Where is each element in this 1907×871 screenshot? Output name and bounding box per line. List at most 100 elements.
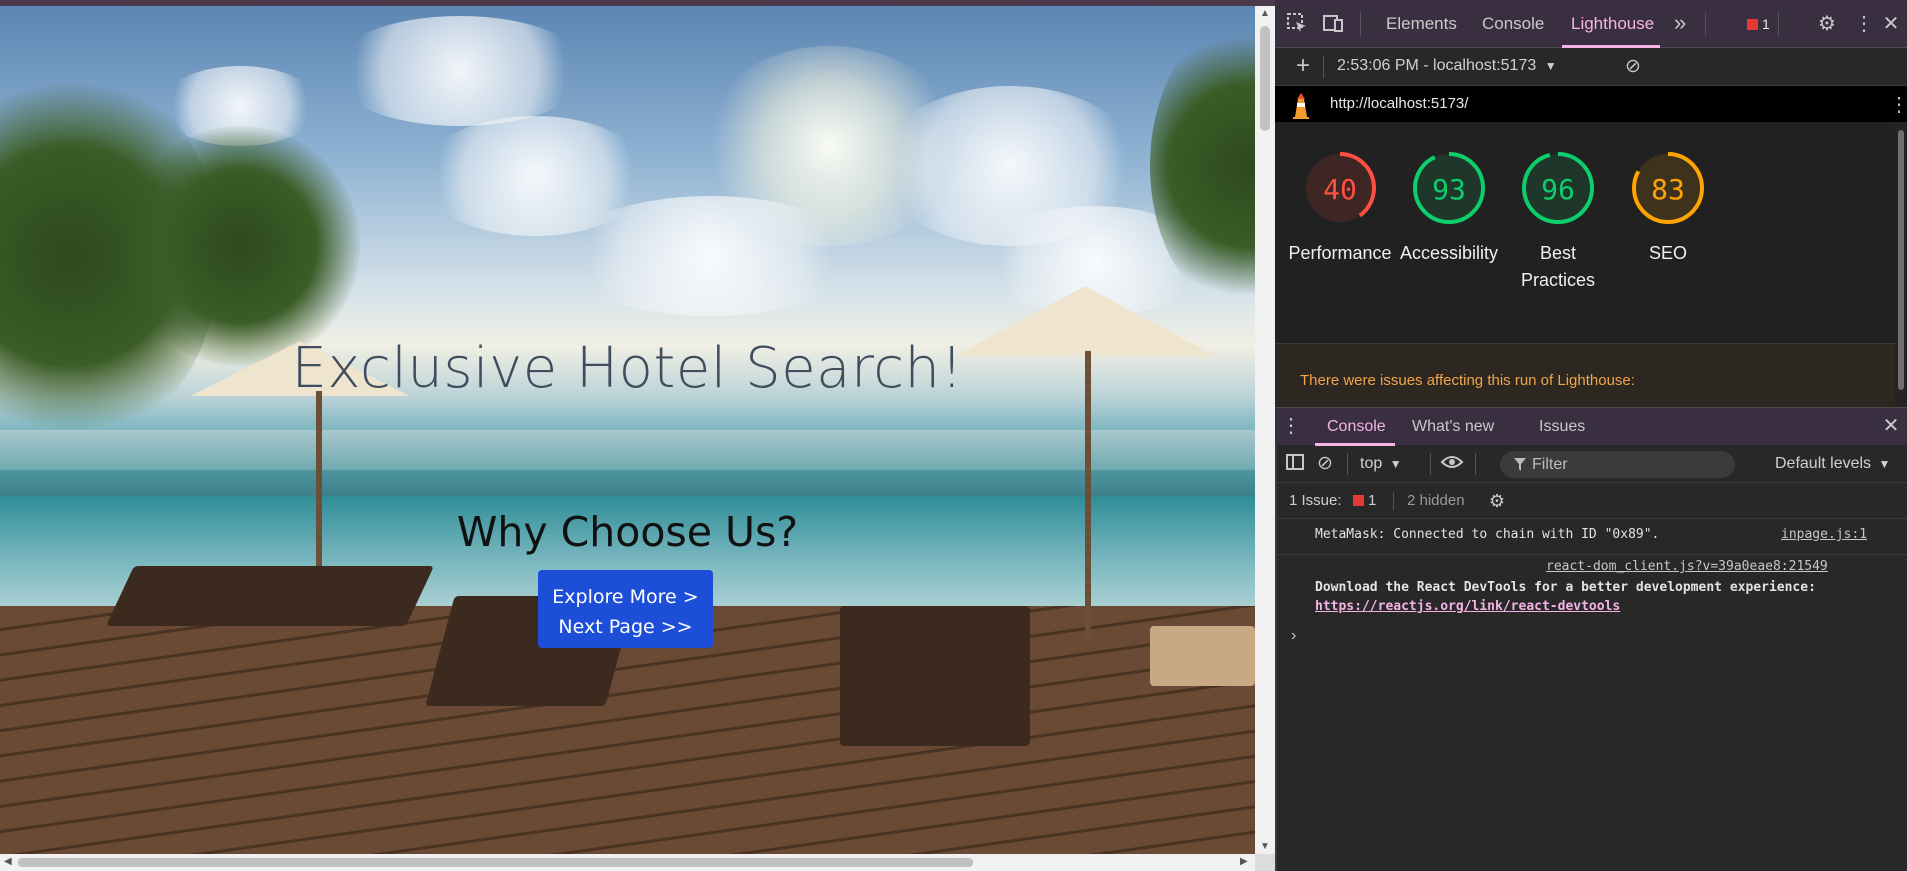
toolbar-divider [1778, 12, 1779, 36]
chevron-down-icon: ▼ [1878, 457, 1891, 471]
sidebar-toggle-icon[interactable] [1283, 452, 1307, 476]
devtools-panel: Elements Console Lighthouse » 1 ⚙ ⋮ ✕ + … [1275, 0, 1907, 871]
scroll-down-arrow-icon[interactable]: ▼ [1255, 841, 1275, 852]
screen: Exclusive Hotel Search! Why Choose Us? E… [0, 0, 1907, 871]
filter-funnel-icon [1514, 458, 1526, 471]
sea [0, 430, 1255, 470]
issues-badge-count: 1 [1762, 16, 1770, 32]
drawer-tab-console[interactable]: Console [1327, 418, 1386, 436]
console-message-text: MetaMask: Connected to chain with ID "0x… [1315, 527, 1660, 542]
lounge-chair [840, 606, 1030, 746]
palm-tree [120, 126, 360, 366]
filter-placeholder: Filter [1532, 456, 1568, 473]
drawer-tab-whats-new[interactable]: What's new [1412, 418, 1494, 436]
lounge-chair [106, 566, 434, 626]
issue-flag-icon [1353, 495, 1364, 506]
devtools-hint-text: Download the React DevTools for a better… [1315, 580, 1816, 595]
tab-elements[interactable]: Elements [1386, 14, 1457, 34]
device-toolbar-icon[interactable] [1321, 12, 1345, 36]
explore-more-button[interactable]: Explore More > Next Page >> [538, 570, 713, 648]
hero-background-image [0, 6, 1255, 854]
issues-badge[interactable]: 1 [1747, 16, 1770, 32]
score-label: SEO [1648, 243, 1687, 263]
why-choose-us-heading: Why Choose Us? [456, 508, 799, 556]
console-message: react-dom_client.js?v=39a0eae8:21549 Dow… [1275, 556, 1907, 616]
issue-flag-icon [1747, 19, 1758, 30]
console-message-text: Download the React DevTools for a better… [1315, 578, 1875, 616]
lighthouse-toolbar: + 2:53:06 PM - localhost:5173 ▼ ⊘ [1275, 48, 1907, 86]
close-devtools-icon[interactable]: ✕ [1879, 12, 1903, 36]
console-message-source[interactable]: react-dom_client.js?v=39a0eae8:21549 [1546, 559, 1828, 574]
toolbar-divider [1705, 12, 1706, 36]
scroll-left-arrow-icon[interactable]: ◀ [4, 856, 12, 867]
context-selector[interactable]: top ▼ [1360, 455, 1402, 473]
toolbar-divider [1430, 453, 1431, 475]
umbrella-pole [316, 391, 322, 591]
react-devtools-link[interactable]: https://reactjs.org/link/react-devtools [1315, 599, 1620, 614]
chevron-down-icon: ▼ [1544, 59, 1557, 73]
page-viewport: Exclusive Hotel Search! Why Choose Us? E… [0, 0, 1275, 871]
vertical-scrollbar[interactable]: ▲ ▼ [1255, 6, 1275, 854]
score-label: Best Practices [1520, 243, 1596, 290]
gauge-seo[interactable]: 83 SEO [1603, 150, 1733, 267]
chevron-down-icon: ▼ [1389, 457, 1402, 471]
more-tabs-icon[interactable]: » [1674, 10, 1686, 36]
lounge-chair [1150, 626, 1255, 686]
report-scrollbar[interactable] [1895, 122, 1907, 407]
drawer-tab-issues[interactable]: Issues [1539, 418, 1585, 436]
tab-lighthouse[interactable]: Lighthouse [1571, 14, 1654, 34]
devtools-tabbar: Elements Console Lighthouse » 1 ⚙ ⋮ ✕ [1275, 0, 1907, 48]
more-options-icon[interactable]: ⋮ [1852, 12, 1876, 36]
lighthouse-logo-icon [1293, 93, 1309, 119]
issues-count-text: 1 [1368, 492, 1377, 509]
vertical-scroll-thumb[interactable] [1260, 26, 1270, 131]
clear-console-icon[interactable]: ⊘ [1313, 452, 1337, 476]
inspect-element-icon[interactable] [1285, 12, 1309, 36]
report-url-bar: http://localhost:5173/ ⋮ [1275, 86, 1907, 122]
cta-label-line2: Next Page >> [558, 616, 693, 638]
cloud [330, 16, 590, 126]
report-selector[interactable]: 2:53:06 PM - localhost:5173 ▼ [1337, 57, 1557, 75]
console-settings-gear-icon[interactable]: ⚙ [1485, 489, 1509, 513]
log-levels-dropdown[interactable]: Default levels ▼ [1775, 455, 1890, 473]
live-expression-eye-icon[interactable] [1440, 452, 1464, 476]
new-report-plus-icon[interactable]: + [1291, 54, 1315, 78]
lighthouse-warning-panel: There were issues affecting this run of … [1275, 343, 1895, 407]
context-selector-text: top [1360, 455, 1383, 472]
scroll-right-arrow-icon[interactable]: ▶ [1240, 856, 1248, 867]
horizontal-scrollbar[interactable]: ◀ ▶ [0, 854, 1255, 871]
close-drawer-icon[interactable]: ✕ [1879, 414, 1903, 438]
lighthouse-report: 40 Performance 93 Accessibility 96 Best … [1275, 122, 1895, 407]
toolbar-divider [1347, 453, 1348, 475]
hidden-messages-label: 2 hidden [1407, 492, 1465, 509]
console-message: MetaMask: Connected to chain with ID "0x… [1275, 527, 1907, 555]
hero-title: Exclusive Hotel Search! [291, 336, 964, 401]
toolbar-divider [1323, 56, 1324, 78]
console-message-source[interactable]: inpage.js:1 [1781, 527, 1867, 542]
report-scroll-thumb[interactable] [1898, 130, 1904, 390]
horizontal-scroll-thumb[interactable] [18, 858, 973, 867]
scrollbar-corner [1255, 854, 1275, 871]
filter-input[interactable]: Filter [1500, 451, 1735, 478]
scroll-up-arrow-icon[interactable]: ▲ [1255, 8, 1275, 19]
toolbar-divider [1393, 492, 1394, 510]
log-levels-text: Default levels [1775, 455, 1872, 472]
clear-reports-icon[interactable]: ⊘ [1621, 55, 1645, 79]
cta-label-line1: Explore More > [552, 586, 699, 608]
drawer-menu-icon[interactable]: ⋮ [1279, 414, 1303, 438]
score-value: 83 [1651, 173, 1685, 206]
cloud [560, 196, 860, 316]
lighthouse-warning-text: There were issues affecting this run of … [1300, 372, 1635, 389]
drawer-tabbar: ⋮ Console What's new Issues ✕ [1275, 407, 1907, 446]
issues-count-link[interactable]: 1 [1353, 492, 1376, 509]
report-menu-icon[interactable]: ⋮ [1889, 92, 1907, 117]
report-url: http://localhost:5173/ [1330, 95, 1469, 112]
issues-label: 1 Issue: [1289, 492, 1342, 509]
issues-summary-row: 1 Issue: 1 2 hidden ⚙ [1275, 483, 1907, 519]
settings-gear-icon[interactable]: ⚙ [1815, 12, 1839, 36]
toolbar-divider [1360, 12, 1361, 36]
console-prompt-chevron-icon[interactable]: › [1291, 627, 1296, 645]
console-toolbar: ⊘ top ▼ Filter Default levels ▼ [1275, 445, 1907, 483]
report-selector-text: 2:53:06 PM - localhost:5173 [1337, 57, 1537, 74]
tab-console[interactable]: Console [1482, 14, 1544, 34]
